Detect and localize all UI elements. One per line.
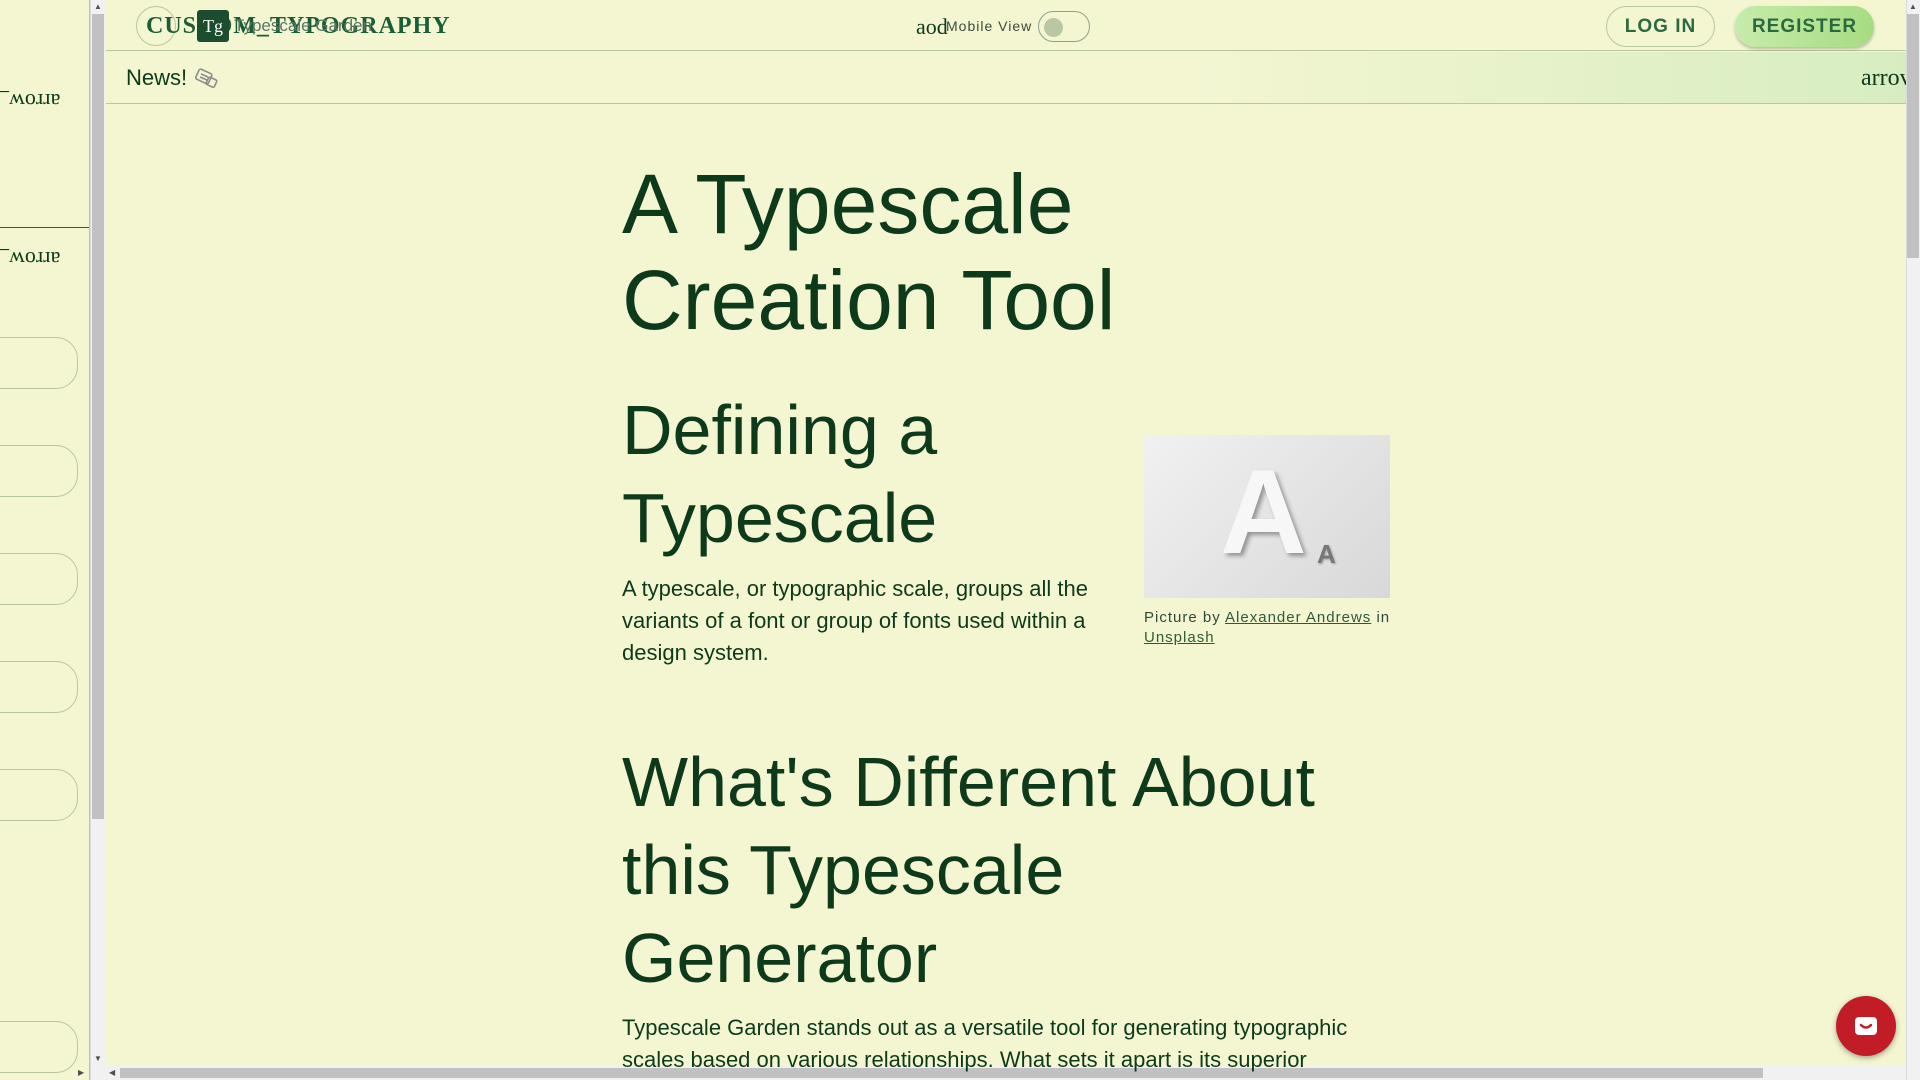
- mobile-view-toggle[interactable]: [1038, 11, 1090, 42]
- typography-image: A A: [1144, 435, 1390, 598]
- caption-prefix: Picture by: [1144, 609, 1221, 626]
- sidebar-arrow-label-2[interactable]: arrow_: [0, 246, 60, 272]
- caption-mid: in: [1376, 609, 1391, 626]
- section-heading-different: What's Different About this Typescale Ge…: [622, 743, 1315, 997]
- top-header: CUSTOM_TYPOGRAPHY Tg Typescale Garden ao…: [106, 0, 1906, 51]
- sidebar-item-3[interactable]: [0, 553, 78, 605]
- image-big-letter: A: [1220, 445, 1307, 579]
- news-ticker-text[interactable]: arrov: [1861, 65, 1912, 92]
- source-link[interactable]: Unsplash: [1144, 629, 1215, 646]
- logo-alt-text: Typescale Garden: [234, 16, 372, 35]
- page-title: A Typescale Creation Tool: [622, 157, 1116, 347]
- chat-icon: [1855, 1017, 1877, 1035]
- login-button[interactable]: LOG IN: [1606, 6, 1715, 47]
- horizontal-scroll-left-icon[interactable]: ◀: [109, 1068, 115, 1077]
- sidebar-arrow-label-1[interactable]: arrow_: [0, 88, 60, 114]
- newspaper-icon: [194, 66, 220, 96]
- section-heading-defining: Defining a Typescale: [622, 391, 938, 557]
- figure-caption: Picture by Alexander Andrews in Unsplash: [1144, 608, 1392, 648]
- sidebar-scroll-down-icon[interactable]: ▼: [94, 1054, 102, 1063]
- page-scroll-up-icon[interactable]: ▲: [1909, 2, 1917, 11]
- sidebar-item-5[interactable]: [0, 769, 78, 821]
- mobile-view-label: Mobile View: [946, 18, 1033, 34]
- sidebar-item-4[interactable]: [0, 661, 78, 713]
- chat-button[interactable]: [1836, 996, 1896, 1056]
- figure: A A Picture by Alexander Andrews in Unsp…: [1144, 435, 1392, 648]
- image-small-letter: A: [1317, 539, 1336, 569]
- register-button[interactable]: REGISTER: [1735, 6, 1874, 47]
- section-text-different: Typescale Garden stands out as a versati…: [622, 1015, 1348, 1072]
- sidebar-item-6[interactable]: [0, 1021, 78, 1073]
- dark-mode-icon[interactable]: aod: [916, 14, 948, 40]
- news-bar: News! arrov: [106, 52, 1912, 104]
- sidebar-scroll-right-icon[interactable]: ▶: [78, 1068, 84, 1077]
- sidebar-scroll-up-icon[interactable]: ▲: [94, 2, 102, 11]
- sidebar-item-2[interactable]: [0, 445, 78, 497]
- sidebar-divider: [0, 227, 89, 228]
- toggle-knob: [1044, 18, 1063, 37]
- sidebar-scrollbar-thumb[interactable]: [92, 14, 104, 819]
- author-link[interactable]: Alexander Andrews: [1225, 609, 1371, 626]
- page-scrollbar-thumb[interactable]: [1907, 14, 1919, 258]
- sidebar: arrow_ arrow_: [0, 0, 90, 1080]
- news-label: News!: [126, 65, 188, 90]
- logo-icon[interactable]: Tg: [197, 10, 229, 42]
- section-text-defining: A typescale, or typographic scale, group…: [622, 576, 1088, 665]
- sidebar-item-1[interactable]: [0, 337, 78, 389]
